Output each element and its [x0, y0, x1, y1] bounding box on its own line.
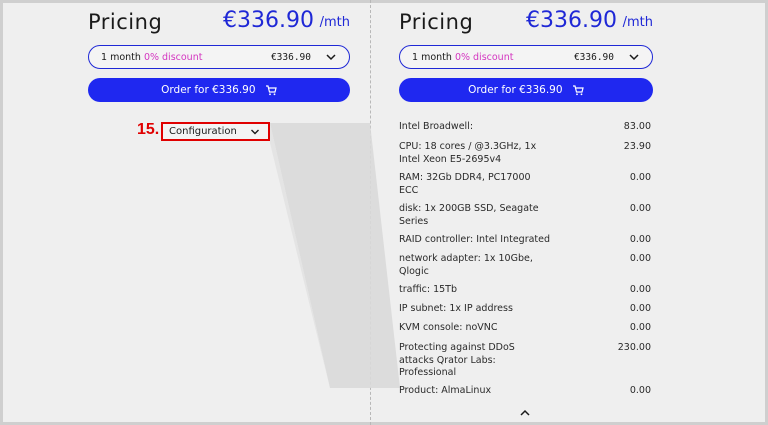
order-button[interactable]: Order for €336.90 [399, 78, 653, 102]
config-item-price: 0.00 [629, 322, 651, 333]
config-item-price: 23.90 [623, 141, 651, 152]
config-item-price: 83.00 [623, 121, 651, 132]
discount-label: 0% discount [454, 52, 514, 63]
config-item-name: KVM console: noVNC [399, 322, 498, 333]
config-item: CPU: 18 cores / @3.3GHz, 1x Intel Xeon E… [399, 141, 653, 172]
period-label: 1 month 0% discount [412, 52, 514, 63]
config-item-name: Protecting against DDoS attacks Qrator L… [399, 342, 515, 378]
config-item-price: 0.00 [629, 234, 651, 245]
config-item-price: 0.00 [629, 253, 651, 264]
config-item: IP subnet: 1x IP address 0.00 [399, 303, 653, 322]
config-item-name: IP subnet: 1x IP address [399, 303, 513, 314]
config-item-price: 0.00 [629, 172, 651, 183]
price-amount: €336.90 [526, 8, 617, 33]
period-amount: €336.90 [573, 52, 614, 63]
config-item-name: Intel Broadwell: [399, 121, 474, 132]
price-unit: /mth [319, 15, 350, 30]
billing-period-select[interactable]: 1 month 0% discount €336.90 [88, 45, 350, 69]
price-unit: /mth [622, 15, 653, 30]
order-button-label: Order for €336.90 [468, 84, 563, 96]
configuration-toggle-label: Configuration [169, 126, 237, 137]
configuration-toggle[interactable]: Configuration [161, 122, 270, 141]
config-item-name: RAID controller: Intel Integrated [399, 234, 551, 245]
billing-period-select[interactable]: 1 month 0% discount €336.90 [399, 45, 653, 69]
config-item-name: network adapter: 1x 10Gbe, Qlogic [399, 253, 533, 277]
config-item: disk: 1x 200GB SSD, Seagate Series 0.00 [399, 203, 653, 234]
config-item-name: RAM: 32Gb DDR4, PC17000 ECC [399, 172, 531, 196]
config-item-price: 0.00 [629, 284, 651, 295]
config-item-price: 230.00 [617, 342, 651, 353]
config-item: RAM: 32Gb DDR4, PC17000 ECC 0.00 [399, 172, 653, 203]
cart-icon [265, 85, 277, 96]
config-item-name: disk: 1x 200GB SSD, Seagate Series [399, 203, 539, 227]
config-item-price: 0.00 [629, 203, 651, 214]
config-item: network adapter: 1x 10Gbe, Qlogic 0.00 [399, 253, 653, 284]
config-item-price: 0.00 [629, 303, 651, 314]
config-item: RAID controller: Intel Integrated 0.00 [399, 234, 653, 253]
price-row: Pricing €336.90 /mth [88, 8, 350, 38]
period-amount: €336.90 [270, 52, 311, 63]
price-row: Pricing €336.90 /mth [399, 8, 653, 38]
config-item: traffic: 15Tb 0.00 [399, 284, 653, 303]
config-item: KVM console: noVNC 0.00 [399, 322, 653, 342]
pricing-title: Pricing [399, 10, 474, 34]
config-item-name: Product: AlmaLinux [399, 385, 492, 396]
order-button-label: Order for €336.90 [161, 84, 256, 96]
step-number-annotation: 15. [137, 121, 160, 138]
pricing-title: Pricing [88, 10, 163, 34]
chevron-up-icon[interactable] [519, 407, 531, 419]
chevron-down-icon [629, 54, 639, 61]
chevron-down-icon [251, 129, 259, 135]
discount-label: 0% discount [143, 52, 203, 63]
chevron-down-icon [326, 54, 336, 61]
period-label: 1 month 0% discount [101, 52, 203, 63]
order-button[interactable]: Order for €336.90 [88, 78, 350, 102]
price-amount: €336.90 [223, 8, 314, 33]
config-item: Protecting against DDoS attacks Qrator L… [399, 342, 653, 385]
cart-icon [572, 85, 584, 96]
config-item: Product: AlmaLinux 0.00 [399, 385, 653, 401]
column-divider [370, 0, 371, 425]
config-item-name: CPU: 18 cores / @3.3GHz, 1x Intel Xeon E… [399, 141, 537, 165]
configuration-list: Intel Broadwell: 83.00 CPU: 18 cores / @… [399, 121, 653, 401]
config-item: Intel Broadwell: 83.00 [399, 121, 653, 141]
config-item-name: traffic: 15Tb [399, 284, 458, 295]
config-item-price: 0.00 [629, 385, 651, 396]
